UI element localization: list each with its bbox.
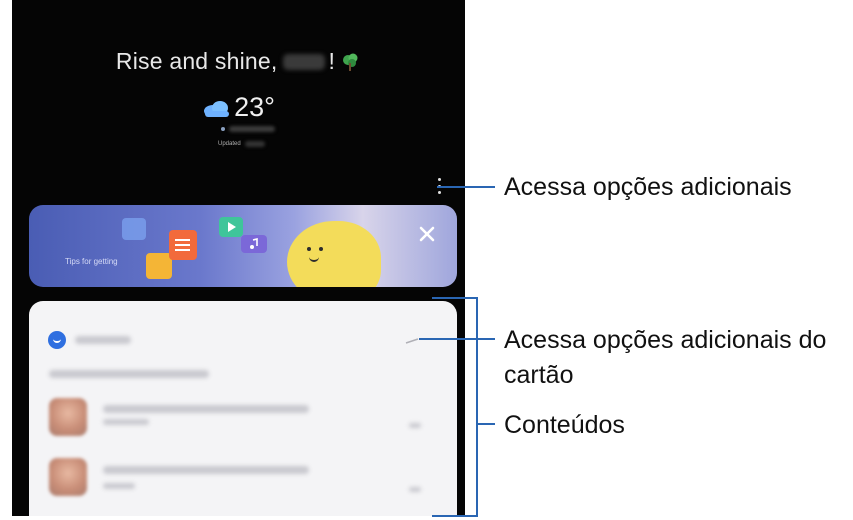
- callout-line-contents: [476, 423, 495, 425]
- updated-label: Updated: [218, 141, 241, 147]
- banner-text: Tips for getting: [65, 257, 118, 266]
- play-icon: [219, 217, 243, 237]
- list-item-action-blurred: [409, 423, 421, 428]
- updated-time-blurred: [244, 141, 265, 147]
- banner-tile-yellow: [146, 253, 172, 279]
- cloud-icon: [204, 100, 230, 117]
- contents-bracket-bottom: [432, 515, 478, 517]
- tree-icon: [343, 53, 358, 71]
- callout-line-more-options: [437, 186, 495, 188]
- music-note-icon: [241, 235, 267, 253]
- greeting-row: Rise and shine, !: [12, 48, 465, 75]
- weather-widget[interactable]: 23°: [12, 92, 465, 123]
- list-item-action-blurred: [409, 487, 421, 492]
- list-item-meta-blurred: [103, 483, 135, 489]
- location-blurred: [229, 126, 275, 132]
- list-item-thumbnail: [49, 458, 87, 496]
- news-icon: [169, 230, 197, 260]
- location-pin-icon: [221, 127, 225, 131]
- callout-card-options-line2: cartão: [504, 361, 574, 389]
- contents-bracket-top: [432, 297, 478, 299]
- list-item-thumbnail: [49, 398, 87, 436]
- callout-line-card-options: [419, 338, 495, 340]
- list-item-title-blurred: [103, 466, 309, 474]
- close-icon[interactable]: [415, 222, 439, 246]
- tips-banner[interactable]: Tips for getting: [29, 205, 457, 287]
- content-card[interactable]: [29, 301, 457, 516]
- user-name-blurred: [283, 53, 326, 70]
- more-horizontal-icon[interactable]: [405, 338, 419, 344]
- list-item-title-blurred: [103, 405, 309, 413]
- location-row: [221, 126, 275, 132]
- banner-tile-blue: [122, 218, 146, 240]
- callout-more-options: Acessa opções adicionais: [504, 173, 792, 201]
- phone-screen: Rise and shine, ! 23° Updated Tips for g…: [12, 0, 465, 516]
- greeting-text: Rise and shine,: [115, 48, 278, 74]
- updated-row: Updated: [218, 141, 265, 147]
- card-subtitle-blurred: [49, 370, 209, 378]
- callout-contents: Conteúdos: [504, 411, 625, 439]
- card-title-blurred: [75, 336, 131, 344]
- temperature: 23°: [234, 92, 275, 122]
- contents-bracket-vertical: [476, 297, 478, 517]
- app-icon: [48, 331, 66, 349]
- list-item-meta-blurred: [103, 419, 149, 425]
- callout-card-options-line1: Acessa opções adicionais do: [504, 326, 827, 354]
- greeting-suffix: !: [328, 48, 336, 74]
- smiling-moon-illustration: [287, 221, 381, 287]
